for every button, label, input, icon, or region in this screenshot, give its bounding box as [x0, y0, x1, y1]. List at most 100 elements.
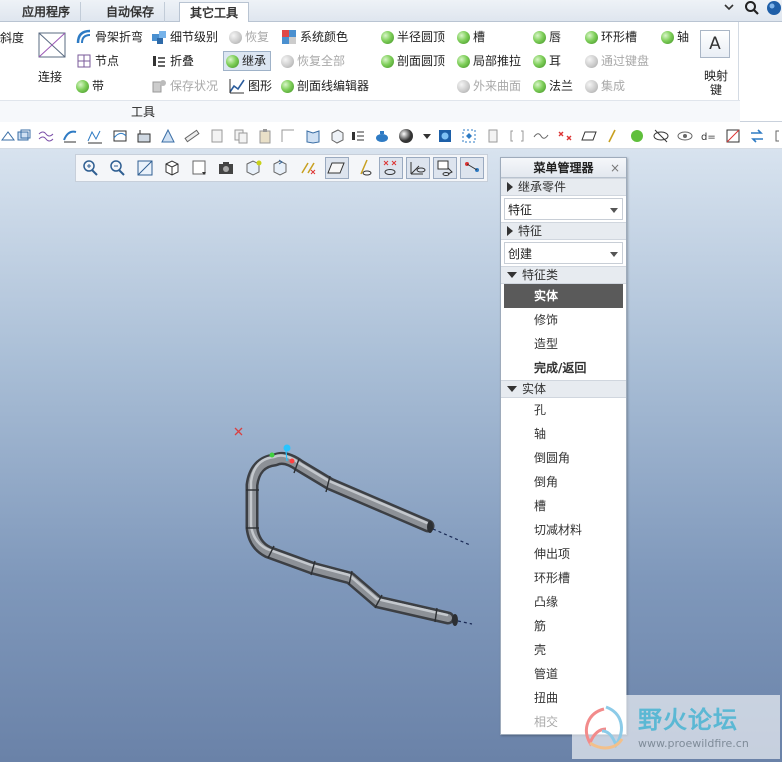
skeleton-bend-button[interactable]: 骨架折弯	[76, 27, 143, 47]
tab-other-tools[interactable]: 其它工具	[179, 2, 250, 23]
sweep-icon[interactable]	[62, 128, 78, 144]
node-button[interactable]: 节点	[76, 51, 119, 71]
spin-center-icon[interactable]	[350, 128, 366, 144]
search-icon[interactable]	[744, 0, 760, 20]
render-icon[interactable]	[437, 128, 453, 144]
curve-wave-icon[interactable]	[38, 128, 54, 144]
menu-item-cosmetic[interactable]: 修饰	[504, 308, 623, 332]
edit-icon[interactable]	[209, 128, 225, 144]
blank-sheet-icon[interactable]	[280, 128, 296, 144]
menu-item-done-return[interactable]: 完成/返回	[504, 356, 623, 380]
pipe-model[interactable]	[0, 149, 782, 762]
menu-manager-panel: 菜单管理器 × 继承零件 特征 特征 创建 特征类 实体 修饰 造型 完成/返回…	[500, 157, 627, 735]
cross-points-icon[interactable]	[557, 128, 573, 144]
shading-sphere-icon[interactable]	[398, 128, 414, 144]
box-icon[interactable]	[329, 128, 345, 144]
draft-button[interactable]: 斜度	[0, 28, 24, 48]
detail-level-label: 细节级别	[170, 30, 219, 44]
flange-button[interactable]: 法兰	[533, 76, 573, 96]
close-icon[interactable]: ×	[610, 158, 620, 178]
overflow-bracket-icon[interactable]	[771, 128, 782, 144]
tab-apps[interactable]: 应用程序	[12, 2, 82, 22]
menu-item-slot[interactable]: 槽	[504, 494, 623, 518]
minimize-ribbon-icon[interactable]	[722, 0, 736, 20]
shaft-button[interactable]: 轴	[661, 27, 689, 47]
menu-item-round[interactable]: 倒圆角	[504, 446, 623, 470]
detail-level-button[interactable]: 细节级别	[151, 27, 218, 47]
integrate-button[interactable]: 集成	[585, 76, 625, 96]
menu-item-protrusion[interactable]: 伸出项	[504, 542, 623, 566]
menu-item-chamfer[interactable]: 倒角	[504, 470, 623, 494]
menu-item-shell[interactable]: 壳	[504, 638, 623, 662]
menu-item-shaft[interactable]: 轴	[504, 422, 623, 446]
foreign-surface-button[interactable]: 外来曲面	[457, 76, 521, 96]
paste-icon[interactable]	[257, 128, 273, 144]
trace-curve-icon[interactable]	[87, 128, 103, 144]
save-state-button[interactable]: 保存状况	[151, 76, 218, 96]
graph-icon	[229, 78, 245, 94]
pattern-icon[interactable]	[461, 128, 477, 144]
lip-button[interactable]: 唇	[533, 27, 561, 47]
axis-slash-icon[interactable]	[604, 128, 620, 144]
section-dome-button[interactable]: 剖面圆顶	[381, 51, 445, 71]
menu-item-cut[interactable]: 切减材料	[504, 518, 623, 542]
inherit-part-select[interactable]: 特征	[504, 198, 623, 220]
fold-button[interactable]: 折叠	[151, 51, 194, 71]
help-globe-icon[interactable]	[766, 0, 782, 20]
grid-curve-icon[interactable]	[112, 128, 128, 144]
graph-button[interactable]: 图形	[229, 76, 272, 96]
menu-item-solid[interactable]: 实体	[504, 284, 623, 308]
connect-button[interactable]: 连接	[38, 67, 62, 87]
ear-button[interactable]: 耳	[533, 51, 561, 71]
parallelogram-icon[interactable]	[581, 128, 597, 144]
bracket-icon[interactable]	[509, 128, 525, 144]
system-colors-button[interactable]: 系统颜色	[281, 27, 348, 47]
connect-icon[interactable]	[36, 30, 68, 63]
hatch-icon[interactable]	[160, 128, 176, 144]
copy-icon[interactable]	[233, 128, 249, 144]
menu-item-style[interactable]: 造型	[504, 332, 623, 356]
collapsed-arrow-icon	[507, 226, 513, 236]
radius-dome-button[interactable]: 半径圆顶	[381, 27, 445, 47]
menu-item-hole[interactable]: 孔	[504, 398, 623, 422]
feature-class-header[interactable]: 特征类	[501, 266, 626, 284]
via-keyboard-button[interactable]: 通过键盘	[585, 51, 649, 71]
show-eye-icon[interactable]	[677, 128, 693, 144]
feature-select[interactable]: 创建	[504, 242, 623, 264]
slot-button[interactable]: 槽	[457, 27, 485, 47]
green-ball-icon[interactable]	[629, 128, 645, 144]
restore-button[interactable]: 恢复	[229, 27, 269, 47]
feature-header[interactable]: 特征	[501, 222, 626, 240]
expanded-arrow-icon	[507, 386, 517, 392]
hide-eye-icon[interactable]	[653, 128, 669, 144]
switch-icon[interactable]	[749, 128, 765, 144]
menu-item-flange[interactable]: 凸缘	[504, 590, 623, 614]
local-push-button[interactable]: 局部推拉	[457, 51, 521, 71]
measure-ruler-icon[interactable]	[184, 128, 200, 144]
dimension-icon[interactable]: d=	[700, 128, 716, 144]
hatch-editor-button[interactable]: 剖面线编辑器	[281, 76, 369, 96]
paste-special-icon[interactable]	[485, 128, 501, 144]
shaft-icon	[661, 30, 674, 44]
layer-icon[interactable]	[16, 128, 32, 144]
tilde-curve-icon[interactable]	[533, 128, 549, 144]
book-icon[interactable]	[305, 128, 321, 144]
solid-header-label: 实体	[522, 382, 547, 396]
dropdown-arrow-icon[interactable]	[419, 128, 435, 144]
band-button[interactable]: 带	[76, 76, 104, 96]
inherit-button[interactable]: 继承	[223, 51, 272, 71]
toroidal-groove-button[interactable]: 环形槽	[585, 27, 637, 47]
teapot-icon[interactable]	[374, 128, 390, 144]
graphics-viewport[interactable]	[0, 149, 782, 762]
solid-header[interactable]: 实体	[501, 380, 626, 398]
mapkey-icon[interactable]: A	[700, 30, 730, 58]
menu-item-pipe[interactable]: 管道	[504, 662, 623, 686]
inherit-part-header[interactable]: 继承零件	[501, 178, 626, 196]
tab-autosave[interactable]: 自动保存	[96, 2, 166, 22]
menu-item-rib[interactable]: 筋	[504, 614, 623, 638]
regenerate-icon[interactable]	[725, 128, 741, 144]
surface-analysis-icon[interactable]	[136, 128, 152, 144]
datum-plane-icon[interactable]	[0, 128, 16, 144]
menu-item-neck[interactable]: 环形槽	[504, 566, 623, 590]
restore-all-button[interactable]: 恢复全部	[281, 51, 345, 71]
